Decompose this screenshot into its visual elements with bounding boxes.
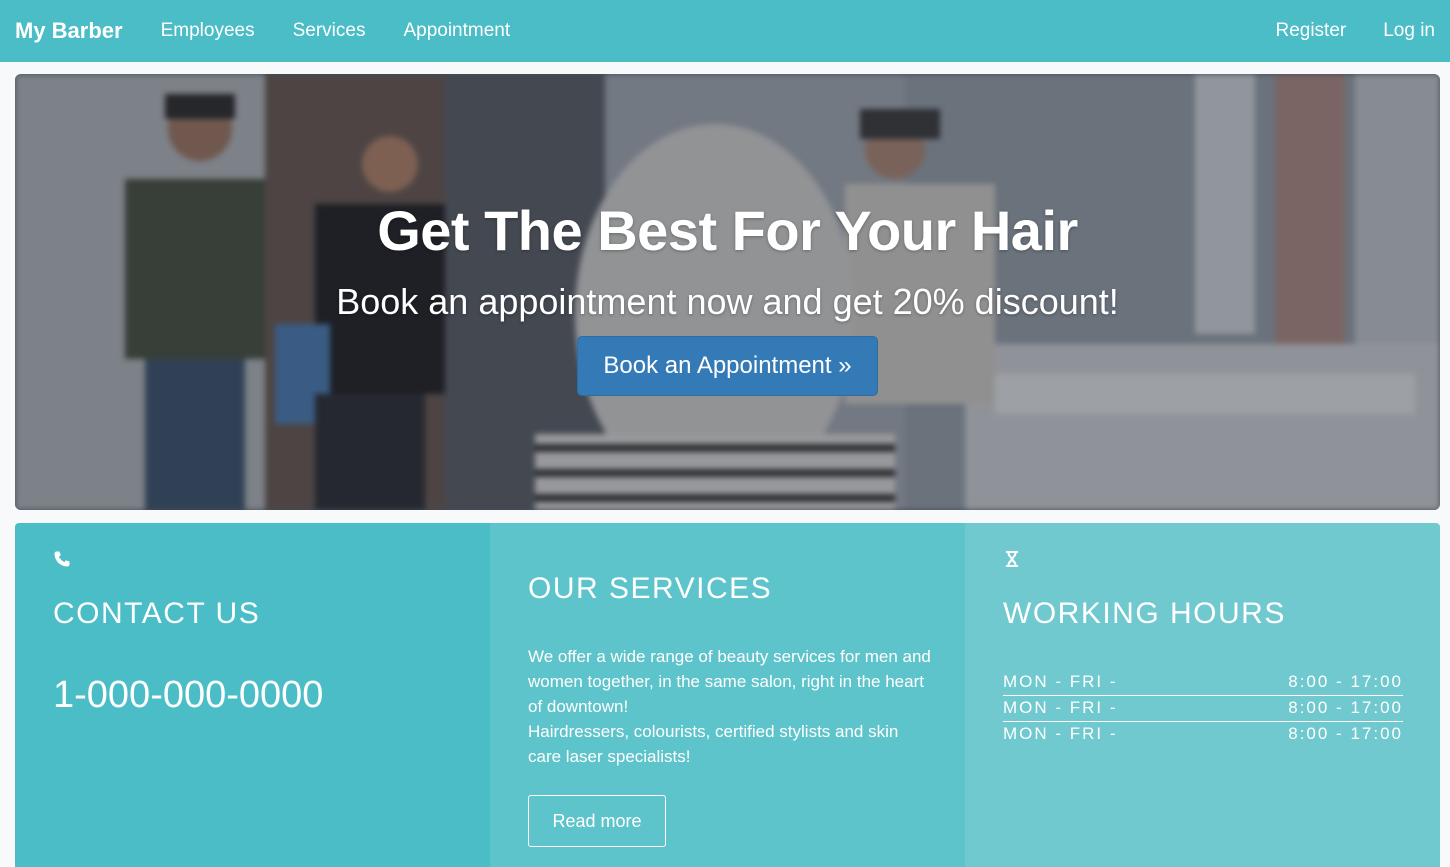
nav-link-register[interactable]: Register [1275,20,1346,42]
hours-row: MON - FRI - 8:00 - 17:00 [1003,670,1403,696]
services-panel: OUR SERVICES We offer a wide range of be… [490,523,965,867]
top-navbar: My Barber Employees Services Appointment… [0,0,1450,62]
hero-content: Get The Best For Your Hair Book an appoi… [15,74,1440,510]
nav-link-services[interactable]: Services [293,20,366,42]
hours-time: 8:00 - 17:00 [1288,724,1403,743]
hours-list: MON - FRI - 8:00 - 17:00 MON - FRI - 8:0… [1003,670,1403,748]
read-more-button[interactable]: Read more [528,795,666,847]
services-description: We offer a wide range of beauty services… [528,644,933,769]
services-heading: OUR SERVICES [528,572,773,605]
info-panels: CONTACT US 1-000-000-0000 OUR SERVICES W… [15,523,1440,867]
hours-row: MON - FRI - 8:00 - 17:00 [1003,722,1403,748]
hours-row: MON - FRI - 8:00 - 17:00 [1003,696,1403,722]
hours-days: MON - FRI - [1003,672,1118,691]
nav-link-login[interactable]: Log in [1383,20,1435,42]
hourglass-icon [1003,550,1021,568]
hours-days: MON - FRI - [1003,724,1118,743]
hero-title: Get The Best For Your Hair [377,199,1078,262]
contact-panel: CONTACT US 1-000-000-0000 [15,523,490,867]
working-hours-heading: WORKING HOURS [1003,597,1286,630]
hero-banner: Get The Best For Your Hair Book an appoi… [15,74,1440,510]
contact-heading: CONTACT US [53,597,261,630]
working-hours-panel: WORKING HOURS MON - FRI - 8:00 - 17:00 M… [965,523,1440,867]
hours-days: MON - FRI - [1003,698,1118,717]
phone-icon [53,550,71,568]
services-text-line1: We offer a wide range of beauty services… [528,647,931,716]
hours-time: 8:00 - 17:00 [1288,672,1403,691]
nav-account-links: Register Log in [1275,20,1435,42]
book-appointment-button[interactable]: Book an Appointment » [577,336,878,396]
hero-subtitle: Book an appointment now and get 20% disc… [336,281,1119,322]
nav-link-appointment[interactable]: Appointment [403,20,510,42]
hours-time: 8:00 - 17:00 [1288,698,1403,717]
phone-number: 1-000-000-0000 [53,674,324,716]
services-text-line2: Hairdressers, colourists, certified styl… [528,722,899,766]
nav-link-employees[interactable]: Employees [161,20,255,42]
brand-logo-link[interactable]: My Barber [15,18,123,44]
